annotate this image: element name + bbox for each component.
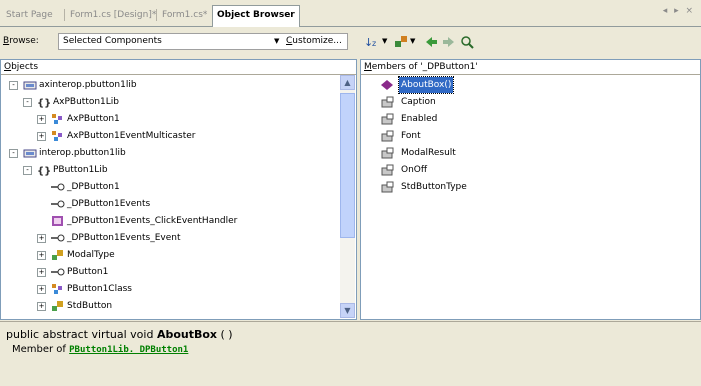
tree-node[interactable]: + _DPButton1Events_Event xyxy=(1,230,339,246)
members-pane: Members of '_DPButton1' AboutBox() Captio… xyxy=(360,59,701,320)
tree-node-label: _DPButton1 xyxy=(67,182,120,192)
tree-node[interactable]: -{} AxPButton1Lib xyxy=(1,94,339,110)
tab-separator xyxy=(156,9,157,21)
tree-node[interactable]: -{} PButton1Lib xyxy=(1,162,339,178)
tree-node-label: _DPButton1Events_Event xyxy=(67,233,181,243)
browse-combobox-value: Selected Components xyxy=(63,36,162,46)
browse-label: Browse: xyxy=(3,36,39,46)
members-header: Members of '_DPButton1' xyxy=(361,60,700,75)
tree-node[interactable]: - axinterop.pbutton1lib xyxy=(1,77,339,93)
expand-icon[interactable]: + xyxy=(37,132,46,141)
member-item-label: Caption xyxy=(401,97,436,107)
go-forward-icon[interactable] xyxy=(442,35,456,49)
tree-node-label: _DPButton1Events xyxy=(67,199,151,209)
objects-pane: Objects - axinterop.pbutton1lib -{} AxPButt… xyxy=(0,59,357,320)
property-icon xyxy=(381,113,395,131)
member-item-label: Font xyxy=(401,131,421,141)
objects-header: Objects xyxy=(1,60,356,75)
members-toolbar: ↓ z ▼ ▼ xyxy=(362,29,701,55)
tab-start-page[interactable]: Start Page xyxy=(6,6,53,25)
document-tab-strip: Start Page Form1.cs [Design]* Form1.cs* … xyxy=(0,0,701,27)
tree-node[interactable]: + PButton1 xyxy=(1,264,339,280)
objects-vertical-scrollbar[interactable]: ▲ ▼ xyxy=(340,75,355,318)
tab-form1-design[interactable]: Form1.cs [Design]* xyxy=(70,6,156,25)
member-of-link[interactable]: PButton1Lib._DPButton1 xyxy=(69,345,188,355)
tree-node-label: AxPButton1Lib xyxy=(53,97,120,107)
svg-text:{}: {} xyxy=(37,166,51,176)
tree-node[interactable]: + AxPButton1EventMulticaster xyxy=(1,128,339,144)
customize-button[interactable]: Customize... xyxy=(286,36,342,46)
property-icon xyxy=(381,130,395,148)
tree-node-label: StdButton xyxy=(67,301,113,311)
collapse-icon[interactable]: - xyxy=(9,149,18,158)
property-icon xyxy=(381,164,395,182)
sort-icon[interactable]: ↓z xyxy=(364,35,382,49)
property-icon xyxy=(381,181,395,199)
member-signature: public abstract virtual void AboutBox ( … xyxy=(6,328,233,341)
tree-node[interactable]: _DPButton1Events xyxy=(1,196,339,212)
tree-node-label: PButton1Lib xyxy=(53,165,108,175)
group-dropdown-icon[interactable]: ▼ xyxy=(410,37,415,45)
expand-icon[interactable]: + xyxy=(37,115,46,124)
expand-icon[interactable]: + xyxy=(37,251,46,260)
tree-node[interactable]: + ModalType xyxy=(1,247,339,263)
method-icon xyxy=(381,79,395,97)
expand-icon[interactable]: + xyxy=(37,285,46,294)
tree-node[interactable]: _DPButton1Events_ClickEventHandler xyxy=(1,213,339,229)
tab-form1-cs[interactable]: Form1.cs* xyxy=(162,6,207,25)
collapse-icon[interactable]: - xyxy=(23,166,32,175)
scrollbar-thumb[interactable] xyxy=(340,93,355,238)
member-item-label: AboutBox() xyxy=(397,76,455,94)
tree-node-label: AxPButton1 xyxy=(67,114,120,124)
tree-node[interactable]: + AxPButton1 xyxy=(1,111,339,127)
member-of-line: Member of PButton1Lib._DPButton1 xyxy=(12,344,189,355)
tree-node-label: AxPButton1EventMulticaster xyxy=(67,131,196,141)
scroll-up-icon[interactable]: ▲ xyxy=(340,75,355,90)
svg-text:{}: {} xyxy=(37,98,51,108)
scroll-down-icon[interactable]: ▼ xyxy=(340,303,355,318)
tab-navigation-controls[interactable]: ◂ ▸ × xyxy=(663,6,695,16)
tree-node[interactable]: - interop.pbutton1lib xyxy=(1,145,339,161)
tree-node-label: PButton1Class xyxy=(67,284,132,294)
tree-node[interactable]: + StdButton xyxy=(1,298,339,314)
group-by-icon[interactable] xyxy=(394,35,408,49)
dropdown-arrow-icon[interactable]: ▼ xyxy=(274,37,279,45)
member-item-label: StdButtonType xyxy=(401,182,467,192)
description-pane: public abstract virtual void AboutBox ( … xyxy=(0,321,701,386)
tab-separator xyxy=(64,9,65,21)
find-symbol-icon[interactable] xyxy=(460,35,476,49)
property-icon xyxy=(381,96,395,114)
member-item-label: OnOff xyxy=(401,165,428,175)
tree-node-label: interop.pbutton1lib xyxy=(39,148,126,158)
tree-node-label: axinterop.pbutton1lib xyxy=(39,80,137,90)
expand-icon[interactable]: + xyxy=(37,234,46,243)
property-icon xyxy=(381,147,395,165)
tree-node-label: _DPButton1Events_ClickEventHandler xyxy=(67,216,238,226)
tree-node[interactable]: + PButton1Class xyxy=(1,281,339,297)
collapse-icon[interactable]: - xyxy=(23,98,32,107)
member-item-label: ModalResult xyxy=(401,148,456,158)
tab-object-browser[interactable]: Object Browser xyxy=(212,5,300,27)
collapse-icon[interactable]: - xyxy=(9,81,18,90)
member-item-label: Enabled xyxy=(401,114,438,124)
expand-icon[interactable]: + xyxy=(37,268,46,277)
sort-dropdown-icon[interactable]: ▼ xyxy=(382,37,387,45)
svg-text:z: z xyxy=(372,39,376,48)
enum-icon xyxy=(51,300,65,318)
tree-node-label: PButton1 xyxy=(67,267,109,277)
tree-node-label: ModalType xyxy=(67,250,115,260)
member-name: AboutBox xyxy=(156,328,218,341)
expand-icon[interactable]: + xyxy=(37,302,46,311)
go-back-icon[interactable] xyxy=(424,35,438,49)
tree-node[interactable]: _DPButton1 xyxy=(1,179,339,195)
